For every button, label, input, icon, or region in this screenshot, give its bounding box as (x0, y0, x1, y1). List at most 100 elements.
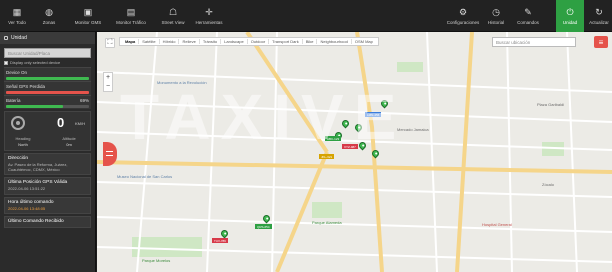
zoom-out-icon[interactable]: − (106, 83, 110, 90)
tab-transport-dark[interactable]: Transport Dark (269, 39, 303, 44)
unit-button[interactable]: ⏻ Unidad (556, 0, 584, 32)
battery-label: Batería (6, 98, 21, 103)
clock-icon: ◷ (492, 6, 500, 17)
grid-icon: ▦ (12, 6, 22, 17)
heading-stat: Heading North (9, 136, 37, 147)
speed-value: 0 (57, 115, 65, 130)
tab-osm[interactable]: OSM Map (352, 39, 376, 44)
tab-bike[interactable]: Bike (303, 39, 318, 44)
unit-sidebar: Unidad Buscar Unidad/Placa Display only … (0, 32, 96, 272)
traffic-icon: ▤ (126, 6, 136, 17)
tools-button[interactable]: ✛ Herramientas (192, 0, 226, 32)
monitor-traffic-label: Monitor Tráfico (116, 20, 146, 25)
tab-map[interactable]: Mapa (122, 39, 140, 44)
major-roads (97, 32, 612, 272)
sidebar-header[interactable]: Unidad (0, 32, 95, 44)
tab-outdoor[interactable]: Outdoor (248, 39, 270, 44)
zones-button[interactable]: ◍ Zonas (32, 0, 66, 32)
heading-value: North (18, 142, 28, 147)
speed-unit: KM/H (75, 121, 85, 126)
view-all-label: Ver Todo (8, 20, 26, 25)
last-command-time-value: 2022-04-06 13:48:05 (8, 205, 46, 211)
last-gps-title: Última Posición GPS Válida (8, 180, 68, 186)
monitor-gms-button[interactable]: ▣ Monitor GMS (68, 0, 108, 32)
battery-row: Batería 69% (4, 95, 91, 109)
street-view-icon: ☖ (168, 6, 178, 17)
vehicle-tag[interactable]: XYZ-987 (342, 144, 358, 149)
checkbox-label: Display only selected device (10, 60, 61, 65)
gears-icon: ⚙ (458, 6, 468, 17)
street-view-label: Street View (161, 20, 185, 25)
vehicle-tag[interactable]: TUV-789 (212, 238, 228, 243)
top-toolbar: ▦ Ver Todo ◍ Zonas ▣ Monitor GMS ▤ Monit… (0, 0, 612, 32)
settings-button[interactable]: ⚙ Configuraciones (444, 0, 482, 32)
park-area (312, 202, 342, 218)
tab-neighbourhood[interactable]: Neighbourhood (317, 39, 352, 44)
vehicle-tag[interactable]: LMN-456 (365, 112, 382, 117)
tab-satellite[interactable]: Satélite (139, 39, 160, 44)
wrench-icon: ✎ (524, 6, 532, 17)
map-menu-button[interactable]: ≡ (594, 36, 608, 48)
vehicle-pin[interactable] (357, 140, 368, 151)
steering-wheel-icon (11, 116, 25, 130)
map-place-label: Mercado Jamaica (397, 127, 429, 132)
last-command-title: Último Comando Recibido (8, 218, 64, 224)
map-canvas[interactable]: ⛶ + − Mapa Satélite Híbrido Relieve Tráns… (97, 32, 612, 272)
device-on-row: Device On (4, 67, 91, 81)
map-place-label: Parque Morelos (142, 258, 171, 263)
display-selected-checkbox[interactable]: Display only selected device (4, 60, 91, 65)
vehicle-pin[interactable] (261, 213, 272, 224)
last-command-time-title: Hora último comando (8, 199, 54, 205)
street-view-button[interactable]: ☖ Street View (154, 0, 192, 32)
power-icon: ⏻ (566, 6, 574, 17)
park-area (132, 237, 202, 257)
vehicle-pin[interactable] (379, 98, 390, 109)
zoom-in-icon[interactable]: + (106, 74, 110, 81)
vehicle-tag[interactable]: QRS-654 (255, 224, 272, 229)
vehicle-tag[interactable]: JKL-321 (319, 154, 335, 159)
collapse-icon (4, 36, 8, 40)
fullscreen-button[interactable]: ⛶ (105, 38, 115, 48)
tools-icon: ✛ (205, 6, 213, 17)
zoom-control[interactable]: + − (103, 72, 113, 92)
globe-icon: ◍ (45, 6, 53, 17)
unit-search-input[interactable]: Buscar Unidad/Placa (4, 48, 91, 58)
battery-fill (6, 105, 64, 108)
altitude-value: 0m (66, 142, 72, 147)
tools-label: Herramientas (195, 20, 223, 25)
device-on-label: Device On (6, 70, 28, 75)
last-gps-block: Última Posición GPS Válida 2022-04-06 13… (4, 177, 91, 195)
commands-label: Comandos (517, 20, 539, 25)
refresh-button[interactable]: ↻ Actualizar (586, 0, 612, 32)
vehicle-pin[interactable] (370, 148, 381, 159)
tab-hybrid[interactable]: Híbrido (160, 39, 180, 44)
vehicle-pin[interactable] (340, 118, 351, 129)
gps-lost-bar (6, 91, 89, 94)
tab-traffic[interactable]: Tránsito (200, 39, 222, 44)
tab-relief[interactable]: Relieve (179, 39, 200, 44)
device-on-bar (6, 77, 89, 80)
settings-label: Configuraciones (446, 20, 480, 25)
map-type-tabs: Mapa Satélite Híbrido Relieve Tránsito L… (119, 37, 379, 46)
map-place-label: Hospital General (482, 222, 512, 227)
altitude-label: Altitude (62, 136, 76, 141)
last-command-time-block: Hora último comando 2022-04-06 13:48:05 (4, 196, 91, 214)
tab-landscape[interactable]: Landscape (221, 39, 248, 44)
battery-bar (6, 105, 89, 108)
battery-value: 69% (79, 98, 89, 103)
heading-label: Heading (15, 136, 31, 141)
checkbox-box[interactable] (4, 60, 8, 65)
address-title: Dirección (8, 156, 28, 161)
park-area (397, 62, 423, 72)
monitor-traffic-button[interactable]: ▤ Monitor Tráfico (110, 0, 152, 32)
map-search-input[interactable]: Buscar ubicación (492, 37, 576, 47)
vehicle-tag[interactable]: ABC-123 (325, 136, 342, 141)
minor-streets (97, 32, 612, 272)
map-place-label: Museo Nacional de San Carlos (117, 174, 173, 179)
history-button[interactable]: ◷ Historial (482, 0, 510, 32)
commands-button[interactable]: ✎ Comandos (512, 0, 544, 32)
view-all-button[interactable]: ▦ Ver Todo (2, 0, 32, 32)
history-label: Historial (487, 20, 505, 25)
vehicle-pin[interactable] (353, 122, 364, 133)
speed-gauge: 0 KM/H Heading North Altitude 0m (4, 111, 91, 151)
